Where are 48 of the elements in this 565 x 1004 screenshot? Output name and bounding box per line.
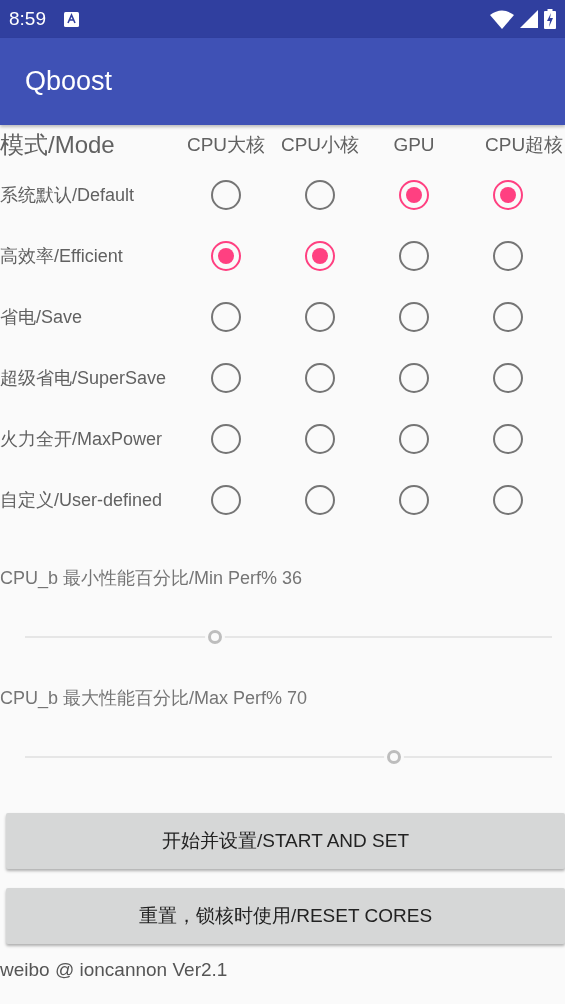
- radio-button[interactable]: [305, 362, 335, 393]
- action-button[interactable]: 开始并设置/START AND SET: [6, 813, 565, 869]
- radio-button[interactable]: [211, 301, 241, 332]
- radio-button[interactable]: [211, 179, 241, 210]
- column-header: CPU小核: [280, 132, 360, 157]
- column-header: CPU超核: [485, 132, 564, 157]
- radio-button[interactable]: [305, 301, 335, 332]
- notification-icon: [64, 11, 79, 27]
- mode-label: 超级省电/SuperSave: [0, 366, 167, 390]
- radio-button[interactable]: [211, 484, 241, 515]
- column-header: CPU大核: [186, 132, 266, 157]
- radio-button[interactable]: [211, 423, 241, 454]
- slider-thumb[interactable]: [207, 630, 222, 644]
- radio-button[interactable]: [305, 484, 335, 515]
- radio-button[interactable]: [305, 423, 335, 454]
- action-button[interactable]: 重置，锁核时使用/RESET CORES: [6, 888, 565, 944]
- radio-button[interactable]: [493, 362, 523, 393]
- mode-label: 高效率/Efficient: [0, 244, 123, 268]
- mode-label: 系统默认/Default: [0, 183, 135, 207]
- wifi-icon: [490, 9, 514, 29]
- radio-button[interactable]: [493, 423, 523, 454]
- radio-button[interactable]: [493, 484, 523, 515]
- mode-label: 自定义/User-defined: [0, 488, 163, 512]
- radio-button[interactable]: [399, 240, 429, 271]
- radio-button[interactable]: [305, 179, 335, 210]
- radio-button[interactable]: [493, 179, 523, 210]
- slider-label: CPU_b 最大性能百分比/Max Perf% 70: [0, 687, 309, 710]
- radio-button[interactable]: [399, 484, 429, 515]
- radio-button[interactable]: [399, 423, 429, 454]
- mode-label: 火力全开/MaxPower: [0, 427, 163, 451]
- radio-button[interactable]: [493, 240, 523, 271]
- radio-button[interactable]: [211, 240, 241, 271]
- column-header: GPU: [393, 133, 435, 156]
- radio-button[interactable]: [305, 240, 335, 271]
- signal-icon: [520, 10, 538, 28]
- radio-button[interactable]: [211, 362, 241, 393]
- app-title: Qboost: [25, 66, 113, 97]
- mode-heading: 模式/Mode: [0, 129, 115, 160]
- radio-button[interactable]: [399, 179, 429, 210]
- slider-thumb[interactable]: [386, 750, 401, 764]
- radio-button[interactable]: [493, 301, 523, 332]
- footer-text: weibo @ ioncannon Ver2.1: [0, 959, 228, 981]
- radio-button[interactable]: [399, 362, 429, 393]
- radio-button[interactable]: [399, 301, 429, 332]
- slider-label: CPU_b 最小性能百分比/Min Perf% 36: [0, 567, 304, 590]
- status-time: 8:59: [9, 8, 46, 30]
- battery-icon: [544, 9, 556, 29]
- mode-label: 省电/Save: [0, 305, 83, 329]
